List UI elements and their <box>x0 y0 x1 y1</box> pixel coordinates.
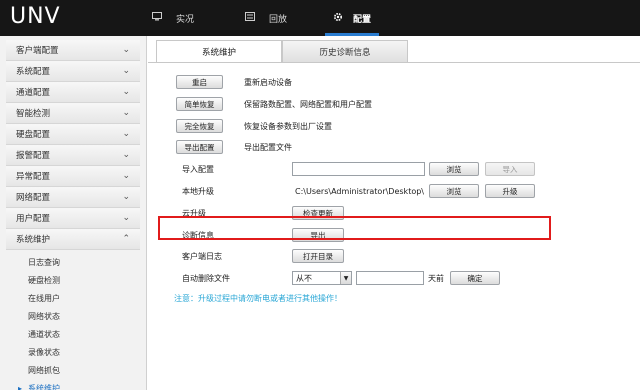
chevron-down-icon: ⌄ <box>122 213 130 223</box>
top-bar: UNV 实况 回放 配置 <box>0 0 640 36</box>
auto-delete-row: 自动删除文件 从不 ▼ 天前 确定 <box>182 271 500 285</box>
sidebar-subitem-packet-capture[interactable]: 网络抓包 <box>28 361 140 379</box>
auto-delete-confirm-button[interactable]: 确定 <box>450 271 500 285</box>
chevron-down-icon: ⌄ <box>122 66 130 76</box>
nav-config-label: 配置 <box>353 14 372 25</box>
nav-config[interactable]: 配置 <box>324 0 380 36</box>
auto-delete-select-value: 从不 <box>296 273 312 283</box>
gear-icon <box>333 12 343 25</box>
simple-restore-row: 简单恢复 保留路数配置、网络配置和用户配置 <box>176 97 372 111</box>
sidebar-item-client-config[interactable]: 客户端配置 ⌄ <box>6 40 140 61</box>
full-restore-desc: 恢复设备参数到出厂设置 <box>244 121 332 131</box>
reboot-button[interactable]: 重启 <box>176 75 223 89</box>
nav-playback-label: 回放 <box>269 14 288 25</box>
sidebar-item-label: 报警配置 <box>16 151 51 161</box>
simple-restore-desc: 保留路数配置、网络配置和用户配置 <box>244 99 372 109</box>
chevron-down-icon: ⌄ <box>122 108 130 118</box>
sidebar-item-label: 硬盘配置 <box>16 130 51 140</box>
chevron-down-icon: ⌄ <box>122 87 130 97</box>
export-config-row: 导出配置 导出配置文件 <box>176 140 292 154</box>
client-log-row: 客户端日志 打开目录 <box>182 249 344 263</box>
chevron-down-icon: ⌄ <box>122 129 130 139</box>
sidebar-item-system-maintenance[interactable]: 系统维护 ⌃ <box>6 229 140 250</box>
sidebar-subitem-disk-check[interactable]: 硬盘检测 <box>28 271 140 289</box>
chevron-down-icon: ⌄ <box>122 150 130 160</box>
monitor-icon <box>152 12 162 24</box>
full-restore-button[interactable]: 完全恢复 <box>176 119 223 133</box>
sidebar-item-exception-config[interactable]: 异常配置 ⌄ <box>6 166 140 187</box>
sidebar-item-channel-config[interactable]: 通道配置 ⌄ <box>6 82 140 103</box>
sidebar: 客户端配置 ⌄ 系统配置 ⌄ 通道配置 ⌄ 智能检测 ⌄ 硬盘配置 ⌄ 报警配置 ⌄ 异常配… <box>0 36 147 390</box>
sidebar-item-label: 通道配置 <box>16 88 51 98</box>
sidebar-item-user-config[interactable]: 用户配置 ⌄ <box>6 208 140 229</box>
import-config-label: 导入配置 <box>182 164 214 174</box>
sidebar-subitem-channel-status[interactable]: 通道状态 <box>28 325 140 343</box>
tab-diagnostic-history[interactable]: 历史诊断信息 <box>282 40 408 62</box>
sidebar-item-label: 系统配置 <box>16 67 51 77</box>
upgrade-button[interactable]: 升级 <box>485 184 535 198</box>
import-button[interactable]: 导入 <box>485 162 535 176</box>
reboot-row: 重启 重新启动设备 <box>176 75 292 89</box>
local-upgrade-path-field[interactable]: C:\Users\Administrator\Desktop\N <box>292 184 425 198</box>
sidebar-item-network-config[interactable]: 网络配置 ⌄ <box>6 187 140 208</box>
brand-logo: UNV <box>10 4 61 29</box>
sidebar-subitem-system-maintenance[interactable]: 系统维护 <box>18 379 140 390</box>
tab-divider <box>148 62 640 63</box>
sidebar-item-label: 系统维护 <box>16 235 51 245</box>
nav-live[interactable]: 实况 <box>152 0 194 36</box>
upgrade-browse-button[interactable]: 浏览 <box>429 184 479 198</box>
nav-live-label: 实况 <box>176 14 195 25</box>
sidebar-item-label: 用户配置 <box>16 214 51 224</box>
sidebar-subitem-online-users[interactable]: 在线用户 <box>28 289 140 307</box>
sidebar-item-smart-detection[interactable]: 智能检测 ⌄ <box>6 103 140 124</box>
import-config-row: 导入配置 浏览 导入 <box>182 162 535 176</box>
tab-system-maintenance[interactable]: 系统维护 <box>156 40 282 62</box>
sidebar-sub-list: 日志查询 硬盘检测 在线用户 网络状态 通道状态 录像状态 网络抓包 系统维护 <box>6 250 140 390</box>
import-config-path-field[interactable] <box>292 162 425 176</box>
auto-delete-days-unit: 天前 <box>428 273 444 283</box>
sidebar-item-label: 网络配置 <box>16 193 51 203</box>
chevron-down-icon: ⌄ <box>122 192 130 202</box>
main-panel: 系统维护 历史诊断信息 重启 重新启动设备 简单恢复 保留路数配置、网络配置和用… <box>148 36 640 390</box>
sidebar-item-disk-config[interactable]: 硬盘配置 ⌄ <box>6 124 140 145</box>
auto-delete-select[interactable]: 从不 ▼ <box>292 271 352 285</box>
chevron-down-icon: ⌄ <box>122 171 130 181</box>
sidebar-item-system-config[interactable]: 系统配置 ⌄ <box>6 61 140 82</box>
export-config-button[interactable]: 导出配置 <box>176 140 223 154</box>
sidebar-item-label: 异常配置 <box>16 172 51 182</box>
simple-restore-button[interactable]: 简单恢复 <box>176 97 223 111</box>
local-upgrade-highlight-box <box>158 216 551 240</box>
auto-delete-label: 自动删除文件 <box>182 273 230 283</box>
auto-delete-days-field[interactable] <box>356 271 424 285</box>
full-restore-row: 完全恢复 恢复设备参数到出厂设置 <box>176 119 332 133</box>
open-directory-button[interactable]: 打开目录 <box>292 249 344 263</box>
import-browse-button[interactable]: 浏览 <box>429 162 479 176</box>
tab-bar: 系统维护 历史诊断信息 <box>156 40 408 62</box>
upgrade-notice: 注意：升级过程中请勿断电或者进行其他操作！ <box>174 294 342 303</box>
sidebar-item-label: 客户端配置 <box>16 46 59 56</box>
export-config-desc: 导出配置文件 <box>244 142 292 152</box>
nav-playback[interactable]: 回放 <box>245 0 287 36</box>
chevron-up-icon: ⌃ <box>122 234 130 244</box>
sidebar-item-alarm-config[interactable]: 报警配置 ⌄ <box>6 145 140 166</box>
reboot-desc: 重新启动设备 <box>244 77 292 87</box>
local-upgrade-row: 本地升级 C:\Users\Administrator\Desktop\N 浏览… <box>182 184 535 198</box>
playback-icon <box>245 12 255 24</box>
chevron-down-icon: ⌄ <box>122 45 130 55</box>
dropdown-arrow-icon: ▼ <box>340 272 351 284</box>
client-log-label: 客户端日志 <box>182 251 222 261</box>
local-upgrade-label: 本地升级 <box>182 186 214 196</box>
sidebar-subitem-network-status[interactable]: 网络状态 <box>28 307 140 325</box>
sidebar-subitem-recording-status[interactable]: 录像状态 <box>28 343 140 361</box>
sidebar-subitem-log-query[interactable]: 日志查询 <box>28 253 140 271</box>
sidebar-item-label: 智能检测 <box>16 109 51 119</box>
